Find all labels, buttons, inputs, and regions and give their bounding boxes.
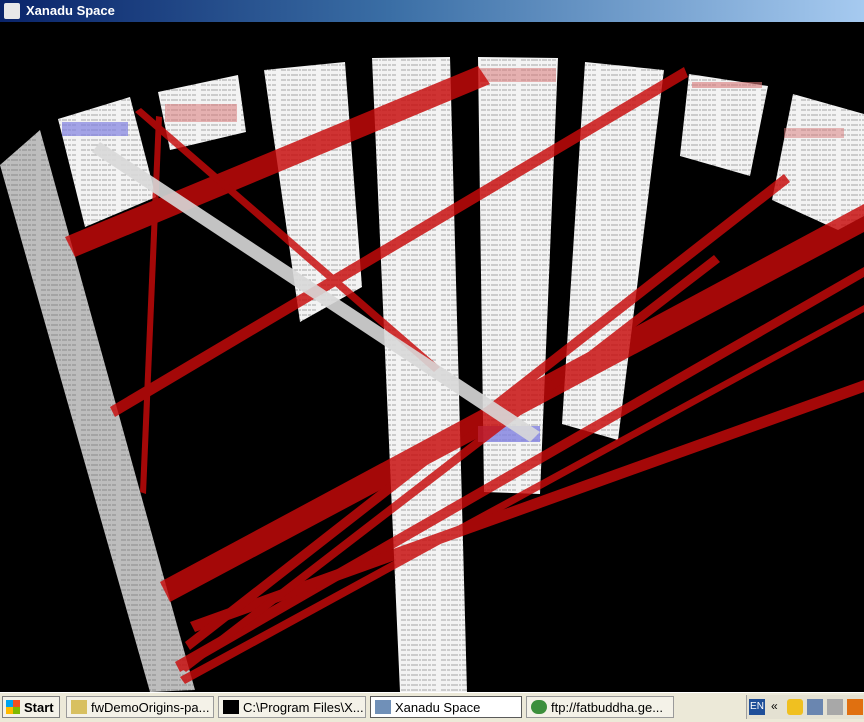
highlight-span <box>784 128 844 138</box>
system-tray: EN « <box>746 695 864 719</box>
highlight-span <box>480 68 556 82</box>
windows-logo-icon <box>6 700 20 714</box>
taskbar-item-label: ftp://fatbuddha.ge... <box>551 700 664 715</box>
document-page[interactable] <box>772 94 864 230</box>
highlight-span <box>165 104 237 122</box>
taskbar-item-label: Xanadu Space <box>395 700 481 715</box>
taskbar-item-label: fwDemoOrigins-pa... <box>91 700 210 715</box>
window-titlebar[interactable]: Xanadu Space <box>0 0 864 22</box>
document-page[interactable] <box>680 74 768 176</box>
console-icon <box>223 700 239 714</box>
taskbar-item-label: C:\Program Files\X... <box>243 700 364 715</box>
document-scene[interactable] <box>0 22 864 692</box>
language-indicator[interactable]: EN <box>749 699 765 715</box>
xanadu-3d-viewport[interactable] <box>0 22 864 692</box>
start-button[interactable]: Start <box>2 696 60 718</box>
window-title: Xanadu Space <box>26 3 115 18</box>
start-label: Start <box>24 700 54 715</box>
security-shield-icon[interactable] <box>787 699 803 715</box>
browser-icon <box>531 700 547 714</box>
taskbar-item-ftp[interactable]: ftp://fatbuddha.ge... <box>526 696 674 718</box>
tray-expand-chevron[interactable]: « <box>771 699 787 715</box>
taskbar-item-console[interactable]: C:\Program Files\X... <box>218 696 366 718</box>
taskbar-item-fwdemo[interactable]: fwDemoOrigins-pa... <box>66 696 214 718</box>
taskbar-item-xanadu-space[interactable]: Xanadu Space <box>370 696 522 718</box>
highlight-span <box>692 82 762 88</box>
network-icon[interactable] <box>807 699 823 715</box>
document-icon <box>71 700 87 714</box>
volume-icon[interactable] <box>827 699 843 715</box>
tray-app-icon[interactable] <box>847 699 863 715</box>
windows-taskbar: Start fwDemoOrigins-pa... C:\Program Fil… <box>0 692 864 722</box>
xanadu-eye-icon <box>375 700 391 714</box>
highlight-span <box>62 122 128 136</box>
xanadu-eye-icon <box>4 3 20 19</box>
